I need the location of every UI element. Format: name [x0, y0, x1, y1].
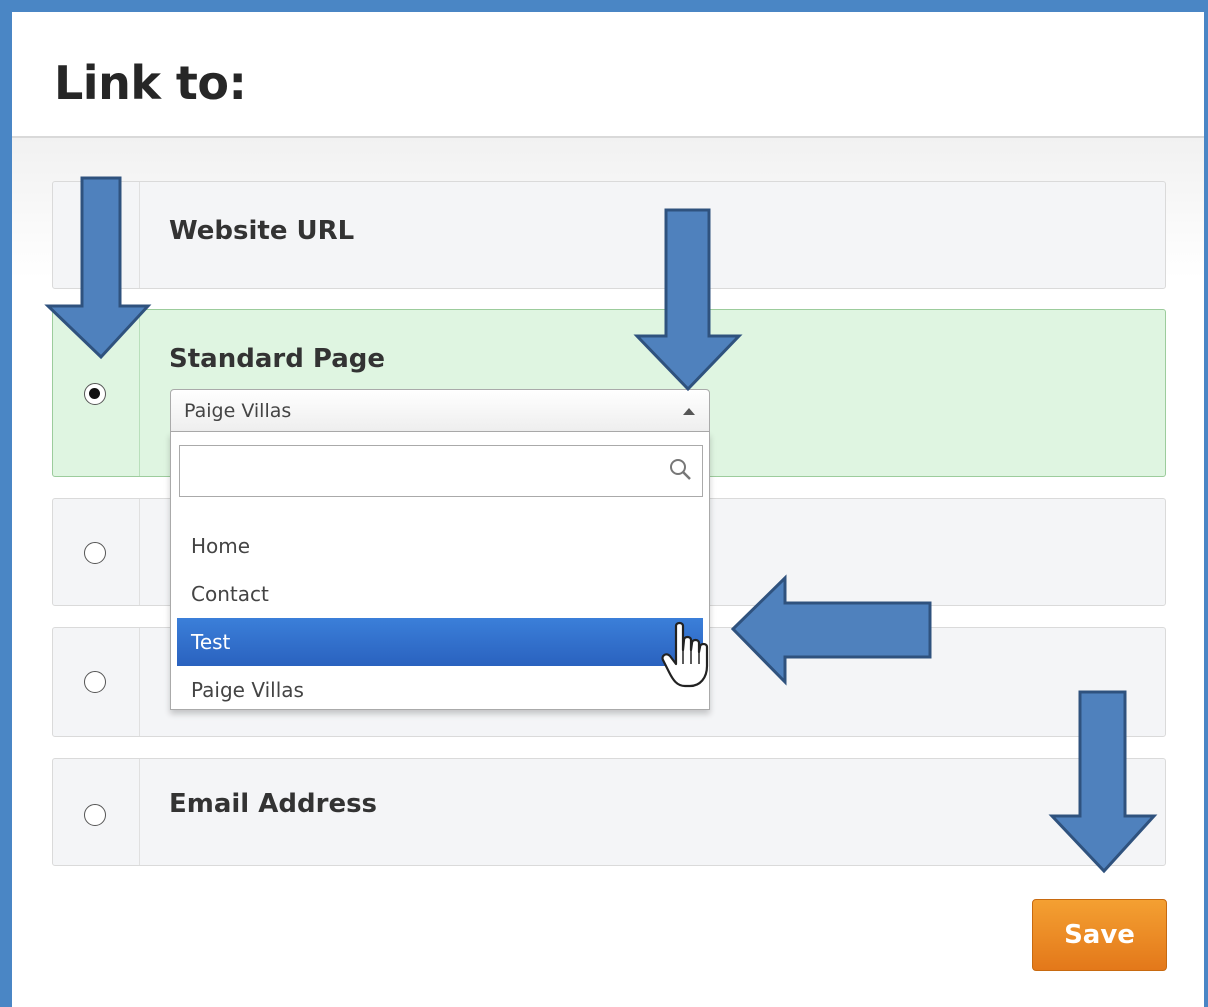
search-icon [670, 459, 691, 480]
arrow-down-icon [1048, 690, 1158, 874]
option-divider [139, 628, 140, 736]
dropdown-item-paige-villas[interactable]: Paige Villas [177, 666, 703, 714]
arrow-left-icon [730, 574, 932, 686]
option-label: Website URL [169, 216, 355, 246]
radio-option-4[interactable] [84, 671, 106, 693]
radio-standard-page[interactable] [84, 383, 106, 405]
dropdown-item-home[interactable]: Home [177, 522, 703, 570]
arrow-down-icon [44, 176, 152, 360]
link-to-dialog: Link to: Website URL Standard Page Email… [12, 12, 1204, 1007]
option-label: Email Address [169, 789, 378, 819]
option-email-address[interactable]: Email Address [52, 758, 1166, 866]
hand-cursor-icon [661, 621, 709, 688]
option-divider [139, 759, 140, 865]
save-button[interactable]: Save [1032, 899, 1167, 971]
arrow-down-icon [633, 208, 743, 392]
radio-option-3[interactable] [84, 542, 106, 564]
option-divider [139, 499, 140, 605]
page-select-value: Paige Villas [184, 400, 292, 422]
dialog-title: Link to: [54, 56, 247, 110]
dialog-header: Link to: [12, 12, 1204, 138]
caret-up-icon [683, 408, 695, 415]
page-select-dropdown: Home Contact Test Paige Villas [170, 432, 710, 710]
dropdown-item-contact[interactable]: Contact [177, 570, 703, 618]
page-select[interactable]: Paige Villas [170, 389, 710, 432]
option-website-url[interactable]: Website URL [52, 181, 1166, 289]
page-search-input[interactable] [179, 445, 703, 497]
dropdown-item-test[interactable]: Test [177, 618, 703, 666]
option-label: Standard Page [169, 344, 385, 374]
radio-email-address[interactable] [84, 804, 106, 826]
